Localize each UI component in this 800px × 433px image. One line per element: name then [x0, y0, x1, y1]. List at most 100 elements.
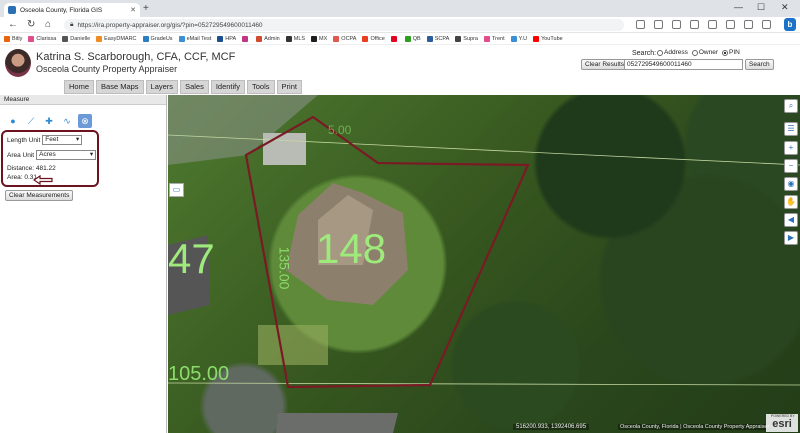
refresh-icon[interactable]: ↻: [27, 19, 35, 30]
favorite-item[interactable]: [390, 35, 399, 42]
favorite-favicon-icon: [178, 35, 185, 42]
menu-layers[interactable]: Layers: [145, 80, 179, 94]
menu-tools[interactable]: Tools: [247, 80, 275, 94]
close-tab-icon[interactable]: ✕: [130, 6, 136, 14]
favorite-item[interactable]: Admin: [256, 35, 280, 42]
basemap-toggle-icon[interactable]: ▭: [169, 183, 184, 197]
menu-home[interactable]: Home: [64, 80, 95, 94]
freehand-tool-icon[interactable]: ∿: [60, 114, 74, 128]
favorite-item[interactable]: EasyDMARC: [96, 35, 137, 42]
favorite-item[interactable]: [242, 35, 250, 42]
favorite-item[interactable]: Y.U: [510, 35, 527, 42]
favorite-favicon-icon: [404, 35, 411, 42]
point-tool-icon[interactable]: ●: [6, 114, 20, 128]
new-tab-icon[interactable]: +: [143, 3, 149, 15]
url-field[interactable]: 🔒︎ https://ira.property-appraiser.org/gi…: [64, 19, 624, 31]
search-map-icon[interactable]: ⌕: [784, 99, 798, 113]
favorite-item[interactable]: Supra: [455, 35, 478, 42]
browser-tab[interactable]: Osceola County, Florida GIS ✕: [4, 3, 140, 17]
clear-results-button[interactable]: Clear Results: [581, 59, 629, 70]
favorite-label: MLS: [293, 35, 306, 42]
menu-identify[interactable]: Identify: [210, 80, 246, 94]
favorites-bar: Bitly Clarissa Danielle EasyDMARC GradeUs eMa…: [0, 33, 800, 45]
extensions-icon[interactable]: [672, 20, 681, 29]
radio-pin[interactable]: PIN: [722, 49, 740, 56]
arrow-left-icon: [33, 175, 53, 185]
favorite-item[interactable]: Clarissa: [28, 35, 56, 42]
favorite-item[interactable]: QB: [404, 35, 421, 42]
favorite-label: Trent: [491, 35, 505, 42]
address-bar-row: ← ↻ ⌂ 🔒︎ https://ira.property-appraiser.…: [0, 17, 800, 33]
back-icon[interactable]: ←: [8, 19, 18, 30]
search-input[interactable]: 052729549600011460: [624, 59, 743, 70]
favorite-favicon-icon: [4, 35, 10, 42]
radio-address[interactable]: Address: [657, 49, 688, 56]
menu-dots-icon[interactable]: [762, 20, 771, 29]
search-label: Search:: [632, 50, 657, 57]
favorite-label: OCPA: [341, 35, 357, 42]
favorite-favicon-icon: [533, 35, 540, 42]
search-button[interactable]: Search: [745, 59, 774, 70]
area-unit-label: Area Unit: [7, 151, 35, 159]
zoom-out-icon[interactable]: −: [784, 159, 798, 173]
length-unit-select[interactable]: Feet ▾: [42, 135, 83, 145]
tab-title: Osceola County, Florida GIS: [20, 6, 103, 14]
radio-owner[interactable]: Owner: [691, 49, 718, 56]
dimension-label-west: 135.00: [276, 246, 293, 290]
yard-patch: [258, 325, 328, 365]
favorite-item[interactable]: SCPA: [426, 35, 449, 42]
favorite-label: Office: [370, 35, 385, 42]
favorite-item[interactable]: Danielle: [62, 35, 91, 42]
menu-sales[interactable]: Sales: [180, 80, 209, 94]
area-unit-select[interactable]: Acres ▾: [36, 150, 97, 160]
parcel-line-south: [168, 382, 800, 386]
favorite-item[interactable]: GradeUs: [142, 35, 173, 42]
pan-icon[interactable]: ✋: [784, 195, 798, 209]
favorite-item[interactable]: HPA: [217, 35, 237, 42]
share-icon[interactable]: [744, 20, 753, 29]
favorite-item[interactable]: OCPA: [333, 35, 357, 42]
distance-result: Distance: 481.22: [7, 165, 56, 172]
collections-icon[interactable]: [708, 20, 717, 29]
favorite-item[interactable]: Trent: [483, 35, 505, 42]
favorite-item[interactable]: MLS: [285, 35, 306, 42]
length-unit-row: Length Unit Feet ▾: [7, 135, 83, 145]
full-extent-icon[interactable]: ◉: [784, 177, 798, 191]
layers-list-icon[interactable]: ☰: [784, 122, 798, 136]
close-window-icon[interactable]: ✕: [781, 2, 789, 13]
bing-icon[interactable]: b: [784, 18, 796, 31]
clear-tool-icon[interactable]: ⊗: [78, 114, 92, 128]
driveway: [263, 133, 306, 165]
appraiser-photo: [5, 49, 31, 77]
zoom-in-icon[interactable]: +: [784, 141, 798, 155]
polygon-tool-icon[interactable]: ✚: [42, 114, 56, 128]
favorite-label: MX: [319, 35, 328, 42]
minimize-icon[interactable]: —: [734, 2, 743, 12]
home-icon[interactable]: ⌂: [45, 19, 51, 30]
favorite-item[interactable]: YouTube: [533, 35, 563, 42]
clear-measurements-button[interactable]: Clear Measurements: [5, 190, 74, 201]
favorite-star-icon[interactable]: [654, 20, 663, 29]
history-icon[interactable]: [690, 20, 699, 29]
area-unit-row: Area Unit Acres ▾: [7, 150, 97, 160]
previous-extent-icon[interactable]: ◀: [784, 213, 798, 227]
measure-panel: Measure ● ⟋ ✚ ∿ ⊗ Length Unit Feet ▾ Area…: [0, 95, 167, 433]
aerial-map[interactable]: 47 148 105.00 135.00 5.00: [168, 95, 800, 433]
favorite-label: Danielle: [70, 35, 91, 42]
line-tool-icon[interactable]: ⟋: [24, 114, 38, 128]
favorite-item[interactable]: Office: [362, 35, 385, 42]
next-extent-icon[interactable]: ▶: [784, 231, 798, 245]
read-aloud-icon[interactable]: [636, 20, 645, 29]
menu-base-maps[interactable]: Base Maps: [96, 80, 144, 94]
favorite-label: eMail Test: [186, 35, 212, 42]
favorite-favicon-icon: [362, 35, 369, 42]
favorite-item[interactable]: eMail Test: [178, 35, 212, 42]
menu-print[interactable]: Print: [276, 80, 302, 94]
favorite-favicon-icon: [390, 35, 397, 42]
maximize-icon[interactable]: ☐: [757, 2, 765, 13]
favorite-label: HPA: [225, 35, 237, 42]
favorite-item[interactable]: Bitly: [4, 35, 22, 42]
site-favicon-icon: [8, 6, 16, 14]
downloads-icon[interactable]: [726, 20, 735, 29]
favorite-item[interactable]: MX: [311, 35, 328, 42]
